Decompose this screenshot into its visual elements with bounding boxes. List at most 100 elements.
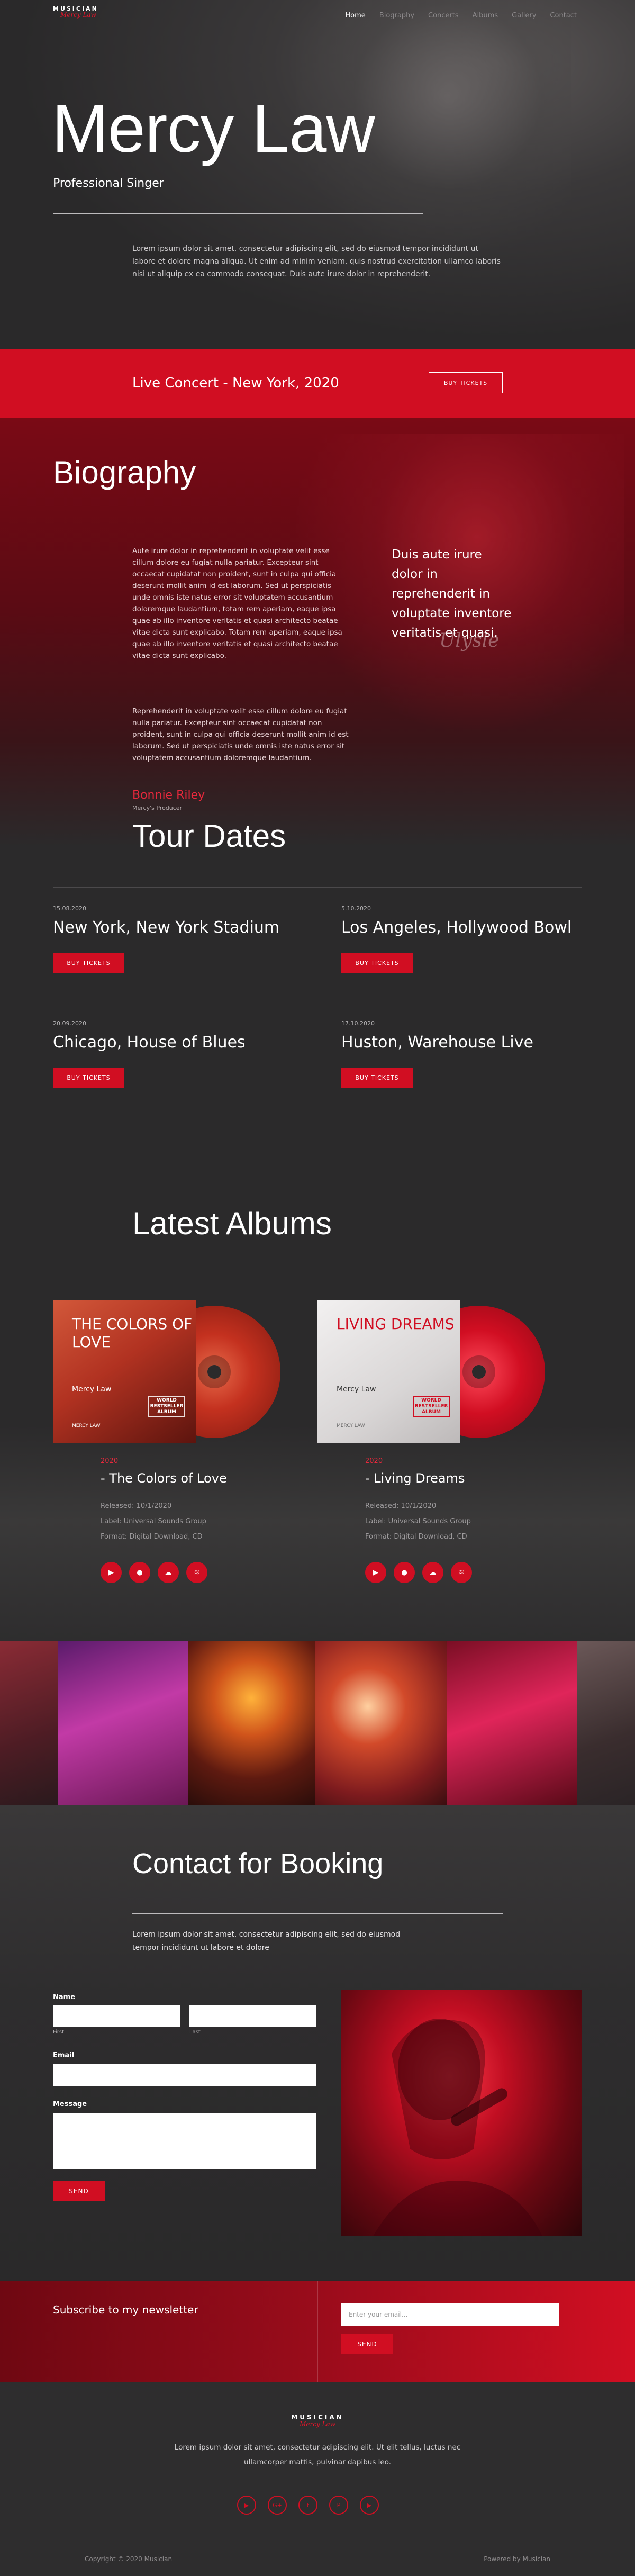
nav-gallery[interactable]: Gallery [512, 12, 536, 20]
newsletter-section: Subscribe to my newsletter Enter your em… [0, 2281, 635, 2382]
contact-title: Contact for Booking [132, 1848, 384, 1879]
tour-city: New York, New York Stadium [53, 918, 280, 937]
album-stamp: WORLD BESTSELLER ALBUM [413, 1396, 450, 1417]
tour-item: 15.08.2020 New York, New York Stadium BU… [53, 905, 280, 973]
album-cover[interactable]: THE COLORS OF LOVE Mercy Law WORLD BESTS… [53, 1300, 196, 1443]
gallery-image[interactable] [58, 1641, 188, 1805]
tour-item: 17.10.2020 Huston, Warehouse Live BUY TI… [341, 1020, 564, 1088]
tour-section: Tour Dates 15.08.2020 New York, New York… [0, 818, 635, 1162]
youtube-icon[interactable]: ▶ [237, 2496, 256, 2515]
soundcloud-icon[interactable]: ☁ [158, 1562, 179, 1583]
tour-item: 5.10.2020 Los Angeles, Hollywood Bowl BU… [341, 905, 572, 973]
album-year: 2020 [365, 1457, 383, 1465]
signature: Ulysle [439, 630, 500, 652]
powered-by: Powered by Musician [484, 2555, 550, 2563]
last-name-input[interactable] [189, 2005, 316, 2027]
gallery-image[interactable] [0, 1641, 58, 1805]
tour-city: Huston, Warehouse Live [341, 1033, 533, 1052]
buy-tickets-button[interactable]: BUY TICKETS [341, 1068, 413, 1088]
twitter-icon[interactable]: t [298, 2496, 318, 2515]
contact-photo [341, 1990, 582, 2236]
footer-logo-script: Mercy Law [300, 2420, 335, 2428]
gallery-strip [0, 1641, 635, 1805]
albums-title: Latest Albums [132, 1206, 332, 1241]
hero-subtitle: Professional Singer [53, 177, 164, 190]
album-format: Format: Digital Download, CD [101, 1533, 203, 1541]
page: MUSICIAN Mercy Law Home Biography Concer… [0, 0, 635, 2576]
soundcloud-icon[interactable]: ☁ [422, 1562, 443, 1583]
first-name-sublabel: First [53, 2029, 65, 2035]
nav-biography[interactable]: Biography [379, 12, 414, 20]
last-name-sublabel: Last [189, 2029, 201, 2035]
album-label: Label: Universal Sounds Group [101, 1517, 206, 1525]
album-cover-foot: MERCY LAW [72, 1423, 101, 1429]
tour-divider [53, 887, 582, 888]
buy-tickets-button[interactable]: BUY TICKETS [53, 953, 124, 973]
album-cover-artist: Mercy Law [72, 1385, 112, 1394]
albums-section: Latest Albums THE COLORS OF LOVE Mercy L… [0, 1162, 635, 1641]
album-name: - The Colors of Love [101, 1471, 227, 1486]
footer-text: Lorem ipsum dolor sit amet, consectetur … [174, 2443, 461, 2466]
nav-albums[interactable]: Albums [473, 12, 498, 20]
contact-text: Lorem ipsum dolor sit amet, consectetur … [132, 1930, 401, 1952]
play-icon[interactable]: ▶ [101, 1562, 122, 1583]
message-field[interactable] [53, 2113, 316, 2169]
album-format: Format: Digital Download, CD [365, 1533, 467, 1541]
album-cover-title: THE COLORS OF LOVE [72, 1315, 193, 1351]
album-cover[interactable]: LIVING DREAMS Mercy Law WORLD BESTSELLER… [318, 1300, 460, 1443]
buy-tickets-button[interactable]: BUY TICKETS [53, 1068, 124, 1088]
first-name-input[interactable] [53, 2005, 180, 2027]
hero-divider [53, 213, 423, 214]
album-cover-title: LIVING DREAMS [337, 1315, 455, 1333]
gallery-image[interactable] [577, 1641, 635, 1805]
play-icon[interactable]: ▶ [365, 1562, 386, 1583]
album-stamp: WORLD BESTSELLER ALBUM [148, 1396, 185, 1417]
buy-tickets-button[interactable]: BUY TICKETS [341, 953, 413, 973]
gallery-image[interactable] [315, 1641, 447, 1805]
nav-contact[interactable]: Contact [550, 12, 577, 20]
hero-text: Lorem ipsum dolor sit amet, consectetur … [132, 245, 501, 278]
concert-buy-tickets-button[interactable]: BUY TICKETS [429, 372, 503, 393]
pinterest-icon[interactable]: P [329, 2496, 348, 2515]
biography-paragraph-1: Aute irure dolor in reprehenderit in vol… [132, 547, 342, 660]
newsletter-email-input[interactable]: Enter your email... [341, 2303, 559, 2326]
footer: MUSICIAN Mercy Law Lorem ipsum dolor sit… [0, 2382, 635, 2576]
tour-title: Tour Dates [132, 818, 286, 854]
social-links: ▶ G+ t P ▶ [237, 2496, 379, 2515]
gallery-image[interactable] [188, 1641, 315, 1805]
gallery-image[interactable] [447, 1641, 577, 1805]
apple-icon[interactable]: ● [394, 1562, 415, 1583]
album-year: 2020 [101, 1457, 119, 1465]
send-button[interactable]: SEND [53, 2181, 105, 2201]
album-cover-foot: MERCY LAW [337, 1423, 365, 1429]
youtube-icon[interactable]: ▶ [360, 2496, 379, 2515]
contact-divider [132, 1913, 503, 1914]
album-meta: Released: 10/1/2020 Label: Universal Sou… [101, 1498, 206, 1544]
footer-logo[interactable]: MUSICIAN Mercy Law [0, 2414, 635, 2428]
nav-concerts[interactable]: Concerts [428, 12, 459, 20]
concert-banner: Live Concert - New York, 2020 BUY TICKET… [0, 349, 635, 418]
biography-section: Biography Aute irure dolor in reprehende… [0, 418, 635, 847]
tour-date: 20.09.2020 [53, 1020, 86, 1027]
tour-city: Chicago, House of Blues [53, 1033, 246, 1052]
biography-paragraph-2: Reprehenderit in voluptate velit esse ci… [132, 707, 349, 762]
google-plus-icon[interactable]: G+ [268, 2496, 287, 2515]
concert-title: Live Concert - New York, 2020 [132, 375, 339, 391]
contact-section: Contact for Booking Lorem ipsum dolor si… [0, 1805, 635, 2281]
album-card: LIVING DREAMS Mercy Law WORLD BESTSELLER… [318, 1300, 561, 1541]
album-links: ▶ ● ☁ ≋ [101, 1562, 207, 1583]
logo[interactable]: MUSICIAN Mercy Law [53, 5, 98, 19]
spotify-icon[interactable]: ≋ [186, 1562, 207, 1583]
nav-home[interactable]: Home [345, 12, 365, 20]
email-field[interactable] [53, 2064, 316, 2086]
email-label: Email [53, 2051, 75, 2059]
apple-icon[interactable]: ● [129, 1562, 150, 1583]
spotify-icon[interactable]: ≋ [451, 1562, 472, 1583]
main-nav: Home Biography Concerts Albums Gallery C… [331, 12, 577, 20]
newsletter-title: Subscribe to my newsletter [53, 2303, 198, 2316]
name-label: Name [53, 1993, 76, 2001]
newsletter-send-button[interactable]: SEND [341, 2334, 393, 2354]
album-released: Released: 10/1/2020 [365, 1502, 437, 1510]
tour-city: Los Angeles, Hollywood Bowl [341, 918, 572, 937]
album-released: Released: 10/1/2020 [101, 1502, 172, 1510]
